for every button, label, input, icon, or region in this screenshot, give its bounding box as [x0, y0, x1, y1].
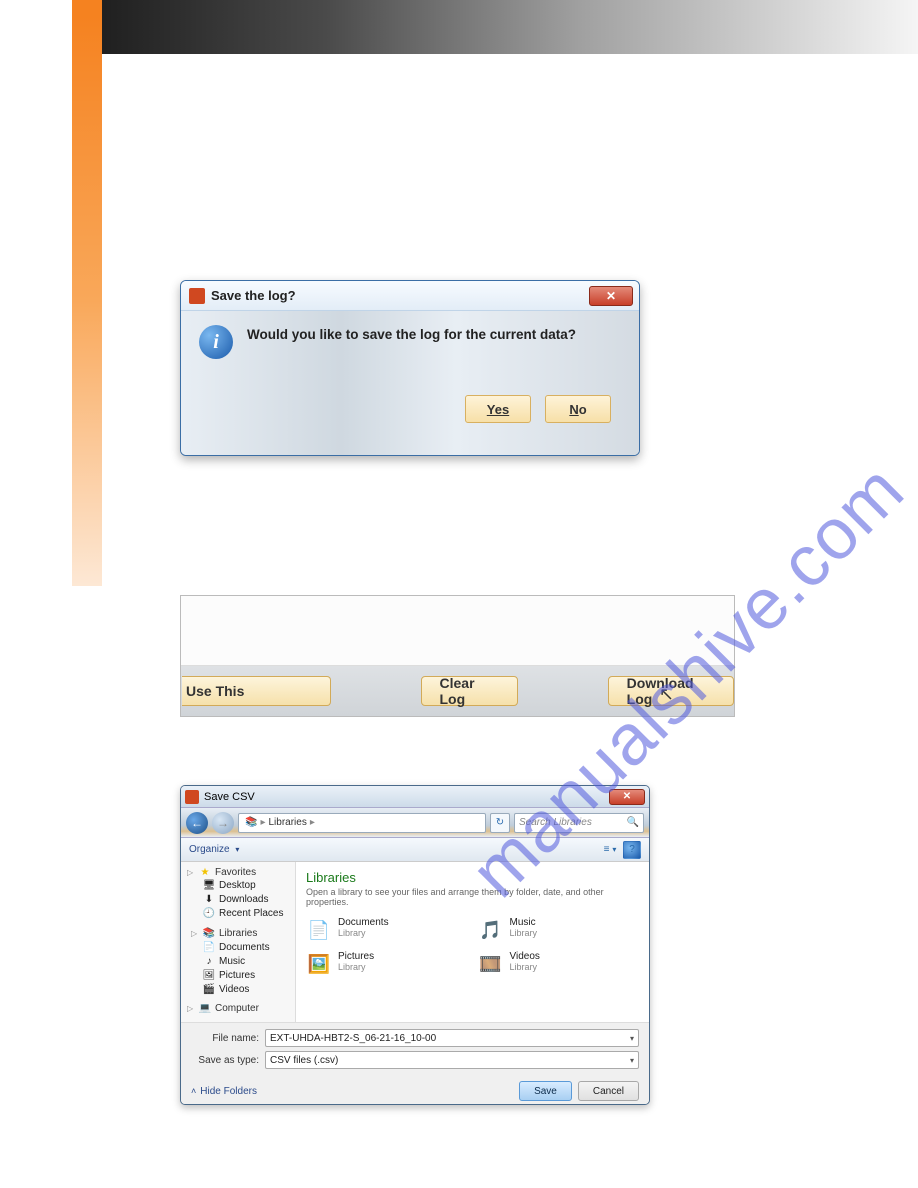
videos-icon: 🎞️ [478, 951, 504, 977]
search-input[interactable]: Search Libraries 🔍 [514, 813, 644, 833]
breadcrumb-caret: ▸ [310, 817, 315, 828]
cancel-button[interactable]: Cancel [578, 1081, 639, 1101]
organize-button[interactable]: Organize ▾ [189, 844, 239, 855]
favorites-label: Favorites [215, 867, 256, 878]
breadcrumb-label: Libraries [268, 817, 306, 828]
dialog-body: i Would you like to save the log for the… [181, 311, 639, 455]
sidebar-item-recent[interactable]: 🕘Recent Places [187, 906, 289, 920]
documents-icon: 📄 [203, 941, 215, 953]
explorer-sidebar: ▷★ Favorites 🖥Desktop ⬇Downloads 🕘Recent… [181, 862, 296, 1022]
save-csv-title: Save CSV [204, 791, 609, 803]
desktop-icon: 🖥 [203, 879, 215, 891]
downloads-icon: ⬇ [203, 893, 215, 905]
cursor-icon: ↖ [659, 684, 674, 705]
clear-log-button[interactable]: Clear Log [421, 676, 518, 706]
no-button[interactable]: No [545, 395, 611, 423]
close-button[interactable]: ✕ [589, 286, 633, 306]
save-fields: File name: EXT-UHDA-HBT2-S_06-21-16_10-0… [181, 1022, 649, 1077]
breadcrumb[interactable]: 📚 ▸ Libraries ▸ [238, 813, 486, 833]
save-button[interactable]: Save [519, 1081, 572, 1101]
hide-folders-button[interactable]: ˄ Hide Folders [191, 1086, 257, 1097]
refresh-button[interactable]: ↻ [490, 813, 510, 833]
no-button-rest: o [579, 402, 587, 417]
save-csv-titlebar: Save CSV ✕ [181, 786, 649, 808]
libraries-icon: 📚 [203, 927, 215, 939]
sidebar-item-desktop[interactable]: 🖥Desktop [187, 878, 289, 892]
save-csv-dialog: Save CSV ✕ ← → 📚 ▸ Libraries ▸ ↻ Search … [180, 785, 650, 1105]
yes-button[interactable]: Yes [465, 395, 531, 423]
content-subheading: Open a library to see your files and arr… [306, 887, 639, 907]
view-mode-button[interactable]: ≡▾ [601, 841, 619, 859]
close-button[interactable]: ✕ [609, 789, 645, 805]
nav-forward-button[interactable]: → [212, 812, 234, 834]
lib-icon: 📚 [245, 817, 257, 828]
use-this-button[interactable]: Use This [182, 676, 331, 706]
sidebar-item-pictures[interactable]: 🖼Pictures [187, 968, 289, 982]
hide-folders-label: Hide Folders [200, 1086, 257, 1097]
dialog-footer: ˄ Hide Folders Save Cancel [181, 1077, 649, 1105]
library-item-music[interactable]: 🎵 MusicLibrary [478, 917, 640, 943]
log-area [181, 596, 734, 666]
computer-header[interactable]: ▷💻 Computer [187, 1002, 289, 1014]
log-toolbar-panel: Use This Clear Log Download Log ↖ [180, 595, 735, 717]
chevron-up-icon: ˄ [191, 1086, 196, 1096]
sidebar-item-documents[interactable]: 📄Documents [187, 940, 289, 954]
no-button-underline: N [569, 402, 578, 417]
computer-icon: 💻 [199, 1002, 211, 1014]
sidebar-item-music[interactable]: ♪Music [187, 954, 289, 968]
save-log-dialog: Save the log? ✕ i Would you like to save… [180, 280, 640, 456]
app-icon [189, 288, 205, 304]
dialog-message: Would you like to save the log for the c… [247, 325, 576, 342]
star-icon: ★ [199, 866, 211, 878]
yes-button-label: Yes [487, 402, 509, 417]
search-placeholder: Search Libraries [519, 817, 592, 828]
libraries-header[interactable]: ▷📚 Libraries [187, 926, 289, 940]
save-type-select[interactable]: CSV files (.csv) ▾ [265, 1051, 639, 1069]
documents-icon: 📄 [306, 917, 332, 943]
file-name-input[interactable]: EXT-UHDA-HBT2-S_06-21-16_10-00 ▾ [265, 1029, 639, 1047]
computer-label: Computer [215, 1003, 259, 1014]
search-icon: 🔍 [627, 817, 639, 828]
dropdown-caret-icon: ▾ [630, 1034, 634, 1043]
nav-back-button[interactable]: ← [186, 812, 208, 834]
library-item-videos[interactable]: 🎞️ VideosLibrary [478, 951, 640, 977]
breadcrumb-caret: ▸ [260, 817, 265, 828]
sidebar-item-videos[interactable]: 🎬Videos [187, 982, 289, 996]
pictures-icon: 🖼️ [306, 951, 332, 977]
libraries-label: Libraries [219, 928, 257, 939]
save-type-value: CSV files (.csv) [270, 1055, 338, 1066]
dialog-titlebar: Save the log? ✕ [181, 281, 639, 311]
sidebar-orange-strip [72, 16, 102, 586]
explorer-main: ▷★ Favorites 🖥Desktop ⬇Downloads 🕘Recent… [181, 862, 649, 1022]
file-name-value: EXT-UHDA-HBT2-S_06-21-16_10-00 [270, 1033, 436, 1044]
info-icon: i [199, 325, 233, 359]
pictures-icon: 🖼 [203, 969, 215, 981]
help-icon[interactable]: ? [623, 841, 641, 859]
file-name-label: File name: [191, 1033, 259, 1044]
music-icon: 🎵 [478, 917, 504, 943]
organize-bar: Organize ▾ ≡▾ ? [181, 838, 649, 862]
recent-icon: 🕘 [203, 907, 215, 919]
favorites-header[interactable]: ▷★ Favorites [187, 866, 289, 878]
explorer-nav-bar: ← → 📚 ▸ Libraries ▸ ↻ Search Libraries 🔍 [181, 808, 649, 838]
save-type-label: Save as type: [191, 1055, 259, 1066]
sidebar-item-downloads[interactable]: ⬇Downloads [187, 892, 289, 906]
library-item-pictures[interactable]: 🖼️ PicturesLibrary [306, 951, 468, 977]
content-heading: Libraries [306, 870, 639, 885]
dialog-title: Save the log? [211, 288, 589, 303]
library-item-documents[interactable]: 📄 DocumentsLibrary [306, 917, 468, 943]
app-icon [185, 790, 199, 804]
explorer-content: Libraries Open a library to see your fil… [296, 862, 649, 1022]
header-gradient-bar [72, 0, 918, 54]
music-icon: ♪ [203, 955, 215, 967]
dropdown-caret-icon: ▾ [630, 1056, 634, 1065]
videos-icon: 🎬 [203, 983, 215, 995]
